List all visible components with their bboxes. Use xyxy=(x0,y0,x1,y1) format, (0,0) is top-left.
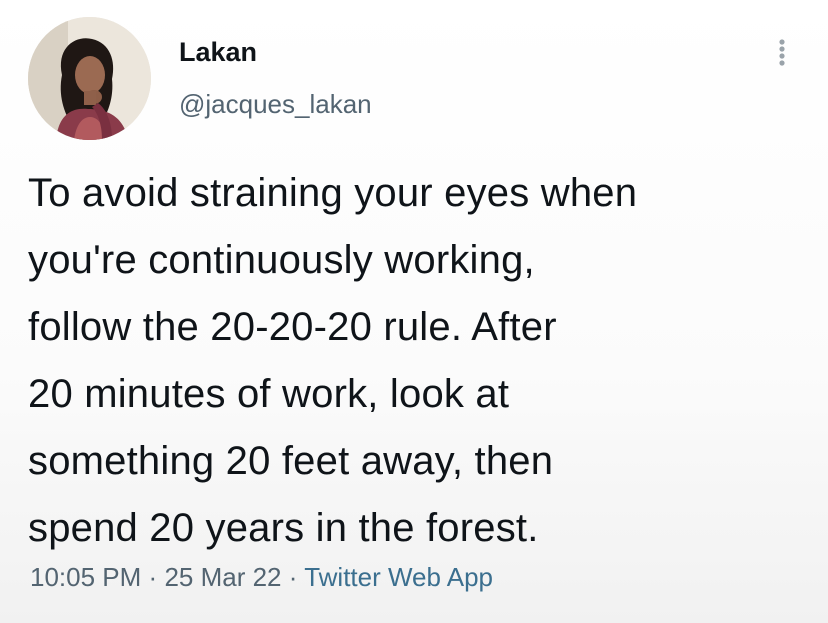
tweet-text-line: you're continuously working, xyxy=(28,238,535,282)
tweet-text-line: To avoid straining your eyes when xyxy=(28,171,638,215)
tweet-card: Lakan @jacques_lakan To avoid straining … xyxy=(0,0,828,623)
tweet-meta: 10:05 PM · 25 Mar 22 · Twitter Web App xyxy=(30,560,493,594)
meta-separator: · xyxy=(148,562,158,592)
more-options-button[interactable] xyxy=(770,33,794,73)
avatar[interactable] xyxy=(28,17,151,140)
tweet-time[interactable]: 10:05 PM xyxy=(30,562,141,592)
tweet-date[interactable]: 25 Mar 22 xyxy=(164,562,281,592)
display-name[interactable]: Lakan xyxy=(179,36,257,68)
tweet-text-line: spend 20 years in the forest. xyxy=(28,506,539,550)
more-vertical-dots-icon xyxy=(779,39,785,66)
tweet-text-line: something 20 feet away, then xyxy=(28,439,554,483)
avatar-photo xyxy=(28,17,151,140)
tweet-text-line: follow the 20-20-20 rule. After xyxy=(28,305,557,349)
tweet-text-line: 20 minutes of work, look at xyxy=(28,372,510,416)
meta-separator: · xyxy=(288,562,298,592)
tweet-source-link[interactable]: Twitter Web App xyxy=(304,562,493,592)
tweet-text: To avoid straining your eyes when you're… xyxy=(28,160,808,562)
user-handle[interactable]: @jacques_lakan xyxy=(179,88,372,120)
